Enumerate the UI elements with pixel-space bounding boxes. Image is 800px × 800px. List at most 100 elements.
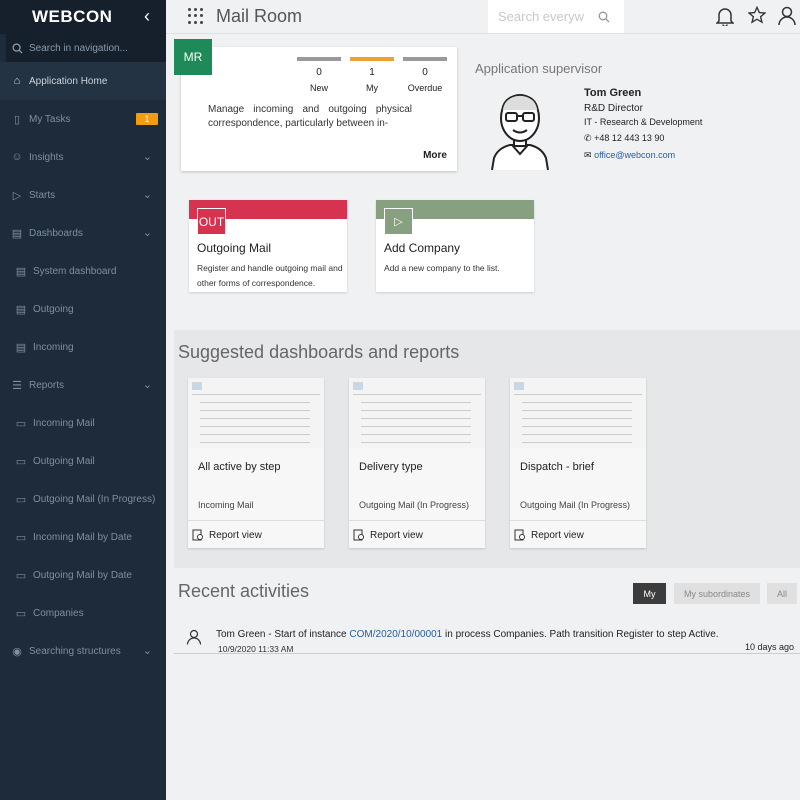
report-thumbnail <box>349 378 485 448</box>
nav-incoming-dashboard[interactable]: ▤ Incoming <box>0 328 166 366</box>
report-card-dispatch-brief[interactable]: Dispatch - brief Outgoing Mail (In Progr… <box>510 378 646 548</box>
report-view-label: Report view <box>209 529 262 541</box>
stat-bar <box>403 57 447 61</box>
dashboard-icon: ▤ <box>15 265 27 278</box>
nav-dashboards[interactable]: ▤ Dashboards ⌄ <box>0 214 166 252</box>
stat-count: 0 <box>316 67 322 78</box>
nav-searching-structures[interactable]: ◉ Searching structures ⌄ <box>0 632 166 670</box>
report-view-link[interactable]: Report view <box>192 529 262 541</box>
supervisor-section-title: Application supervisor <box>475 61 603 76</box>
start-tile-outgoing-mail[interactable]: OUT Outgoing Mail Register and handle ou… <box>189 200 347 292</box>
favorites-star-icon[interactable] <box>748 6 766 24</box>
report-view-icon: ▭ <box>15 455 27 468</box>
dashboard-icon: ▤ <box>11 227 23 240</box>
supervisor-email-link[interactable]: office@webcon.com <box>594 150 675 160</box>
suggested-dashboards-section: Suggested dashboards and reports All act… <box>174 330 800 568</box>
report-source: Outgoing Mail (In Progress) <box>359 500 470 510</box>
nav-my-tasks[interactable]: ▯ My Tasks 1 <box>0 100 166 138</box>
filter-subordinates-button[interactable]: My subordinates <box>674 583 760 604</box>
tile-title: Outgoing Mail <box>197 241 272 255</box>
report-view-icon: ▭ <box>15 417 27 430</box>
nav-insights[interactable]: ☺ Insights ⌄ <box>0 138 166 176</box>
nav-report-outgoing-mail[interactable]: ▭ Outgoing Mail <box>0 442 166 480</box>
stat-my[interactable]: 1 My <box>350 57 394 93</box>
report-view-icon <box>514 529 525 541</box>
stat-new[interactable]: 0 New <box>297 57 341 93</box>
report-view-icon <box>353 529 364 541</box>
stat-count: 0 <box>422 67 428 78</box>
report-view-icon: ▭ <box>15 531 27 544</box>
divider <box>188 520 324 521</box>
start-tile-add-company[interactable]: ▷ Add Company Add a new company to the l… <box>376 200 534 292</box>
nav-starts[interactable]: ▷ Starts ⌄ <box>0 176 166 214</box>
tile-description: Register and handle outgoing mail and ot… <box>197 263 343 288</box>
chevron-down-icon[interactable]: ⌄ <box>143 378 152 391</box>
report-source: Incoming Mail <box>198 500 254 510</box>
user-search-icon: ☺ <box>11 151 23 163</box>
app-grid-icon[interactable] <box>188 8 204 24</box>
filter-all-button[interactable]: All <box>767 583 797 604</box>
nav-outgoing-dashboard[interactable]: ▤ Outgoing <box>0 290 166 328</box>
report-view-link[interactable]: Report view <box>353 529 423 541</box>
stat-label: Overdue <box>407 83 443 93</box>
phone-icon: ✆ <box>584 133 592 143</box>
nav-label: Incoming Mail by Date <box>33 531 132 543</box>
nav-report-outgoing-in-progress[interactable]: ▭ Outgoing Mail (In Progress) <box>0 480 166 518</box>
nav-label: Outgoing <box>33 303 74 315</box>
collapse-sidebar-icon[interactable]: ‹ <box>144 6 150 27</box>
nav-application-home[interactable]: ⌂ Application Home <box>0 62 166 100</box>
stat-overdue[interactable]: 0 Overdue <box>403 57 447 93</box>
global-search-box[interactable] <box>488 0 624 33</box>
nav-system-dashboard[interactable]: ▤ System dashboard <box>0 252 166 290</box>
app-title: Mail Room <box>216 6 303 26</box>
divider <box>510 520 646 521</box>
report-source: Outgoing Mail (In Progress) <box>520 500 631 510</box>
nav-report-companies[interactable]: ▭ Companies <box>0 594 166 632</box>
nav-label: Searching structures <box>29 645 121 657</box>
nav-report-incoming-by-date[interactable]: ▭ Incoming Mail by Date <box>0 518 166 556</box>
report-view-icon: ▭ <box>15 569 27 582</box>
activity-step: Active. <box>688 629 719 640</box>
global-search-input[interactable] <box>498 9 598 24</box>
instance-link[interactable]: COM/2020/10/00001 <box>349 629 442 640</box>
search-icon[interactable] <box>598 11 610 23</box>
nav-label: Reports <box>29 379 65 391</box>
nav-label: Dashboards <box>29 227 83 239</box>
nav-search-box[interactable] <box>6 34 166 62</box>
nav-report-incoming-mail[interactable]: ▭ Incoming Mail <box>0 404 166 442</box>
nav-reports[interactable]: ☰ Reports ⌄ <box>0 366 166 404</box>
tile-description: Add a new company to the list. <box>384 263 500 273</box>
user-icon <box>186 629 202 645</box>
chevron-down-icon[interactable]: ⌄ <box>143 644 152 657</box>
sidebar: WEBCON ‹ ⌂ Application Home ▯ My Tasks 1… <box>0 0 166 800</box>
nav-search-input[interactable] <box>29 42 159 54</box>
activity-row: Tom Green - Start of instance COM/2020/1… <box>174 620 800 654</box>
nav-label: Incoming <box>33 341 74 353</box>
chevron-down-icon[interactable]: ⌄ <box>143 150 152 163</box>
notifications-bell-icon[interactable] <box>716 6 734 26</box>
supervisor-role: R&D Director <box>584 103 643 114</box>
nav-report-outgoing-by-date[interactable]: ▭ Outgoing Mail by Date <box>0 556 166 594</box>
filter-my-button[interactable]: My <box>633 583 666 604</box>
report-view-link[interactable]: Report view <box>514 529 584 541</box>
activity-text-part: in process <box>442 629 494 640</box>
chevron-down-icon[interactable]: ⌄ <box>143 188 152 201</box>
activity-path: Register <box>616 629 654 640</box>
nav-label: Insights <box>29 151 64 163</box>
report-view-icon: ▭ <box>15 607 27 620</box>
report-view-label: Report view <box>531 529 584 541</box>
activity-text: Tom Green - Start of instance COM/2020/1… <box>216 629 719 640</box>
more-link[interactable]: More <box>423 150 447 161</box>
out-icon: OUT <box>197 208 226 235</box>
search-icon <box>12 42 23 54</box>
structure-icon: ◉ <box>12 645 22 658</box>
user-profile-icon[interactable] <box>778 6 796 26</box>
supervisor-avatar <box>491 94 549 170</box>
supervisor-email-row: ✉ office@webcon.com <box>584 150 675 161</box>
chevron-down-icon[interactable]: ⌄ <box>143 226 152 239</box>
report-card-all-active-by-step[interactable]: All active by step Incoming Mail Report … <box>188 378 324 548</box>
report-view-icon: ▭ <box>15 493 27 506</box>
stat-bar <box>297 57 341 61</box>
report-card-delivery-type[interactable]: Delivery type Outgoing Mail (In Progress… <box>349 378 485 548</box>
stat-bar <box>350 57 394 61</box>
